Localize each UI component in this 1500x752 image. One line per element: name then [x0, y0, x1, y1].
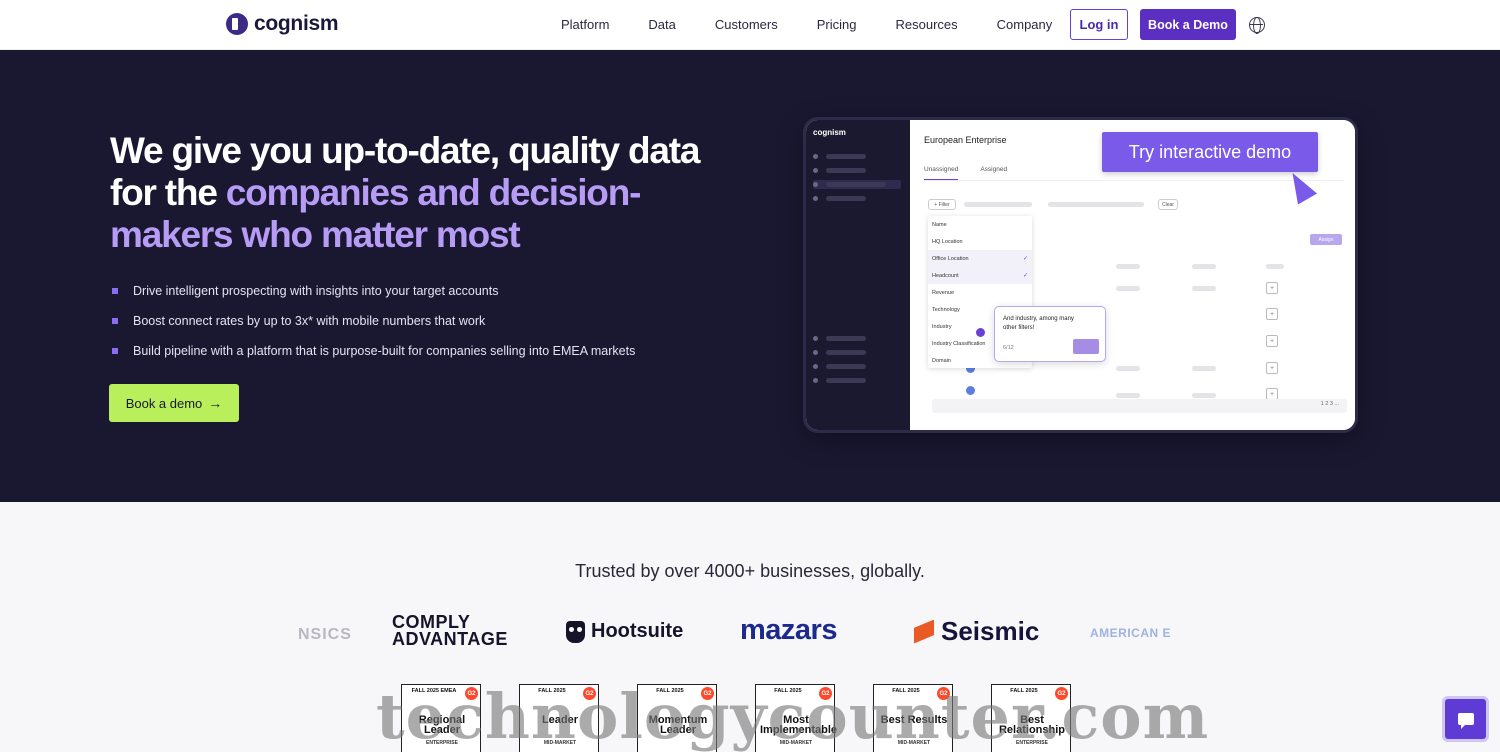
bullet-square-icon	[112, 288, 118, 294]
demo-hotspot-dot	[976, 328, 985, 337]
hero-section: We give you up-to-date, quality data for…	[0, 50, 1500, 502]
nav-link-customers[interactable]: Customers	[715, 17, 778, 32]
nav-link-pricing[interactable]: Pricing	[817, 17, 857, 32]
dropdown-item-selected: Headcount ✓	[928, 267, 1032, 284]
demo-placeholder	[1192, 366, 1216, 371]
globe-icon[interactable]	[1249, 17, 1265, 34]
demo-placeholder	[1192, 393, 1216, 398]
demo-sidebar: cognism	[806, 120, 910, 430]
brand-comply-line2: ADVANTAGE	[392, 629, 508, 649]
demo-clear-chip: Clear	[1158, 199, 1178, 210]
demo-pagination: 1 2 3 ...	[932, 399, 1347, 413]
cognism-logo[interactable]: cognism	[226, 12, 339, 36]
dropdown-item-label: Office Location	[932, 255, 969, 262]
demo-sidebar-item	[813, 194, 901, 203]
demo-filter-chip: + Filter	[928, 199, 956, 210]
demo-tooltip: And industry, among many other filters! …	[994, 306, 1106, 362]
demo-tooltip-next-button	[1073, 339, 1099, 354]
demo-header: European Enterprise	[924, 135, 1007, 145]
demo-sidebar-item	[813, 180, 901, 189]
hero-bullet-text: Drive intelligent prospecting with insig…	[133, 284, 499, 298]
demo-placeholder	[964, 202, 1032, 207]
demo-placeholder	[1116, 264, 1140, 269]
customer-logos: NSICS COMPLY ADVANTAGE Hootsuite mazars …	[0, 612, 1500, 656]
nav-link-data[interactable]: Data	[648, 17, 675, 32]
demo-placeholder	[1116, 286, 1140, 291]
book-demo-hero-button[interactable]: Book a demo →	[109, 384, 239, 422]
book-demo-hero-label: Book a demo	[125, 395, 203, 411]
hero-bullet: Drive intelligent prospecting with insig…	[110, 276, 635, 306]
seismic-mark-icon	[914, 619, 934, 644]
book-demo-nav-button[interactable]: Book a Demo	[1140, 9, 1236, 40]
hero-bullet: Boost connect rates by up to 3x* with mo…	[110, 306, 635, 336]
demo-placeholder	[1192, 264, 1216, 269]
brand-logo-american: AMERICAN E	[1090, 626, 1172, 640]
demo-placeholder	[1192, 286, 1216, 291]
demo-avatar	[966, 386, 975, 395]
demo-page-numbers: 1 2 3 ...	[1320, 401, 1339, 407]
arrow-right-icon: →	[208, 395, 223, 411]
dropdown-item: Revenue	[932, 289, 955, 296]
bullet-square-icon	[112, 318, 118, 324]
nav-link-company[interactable]: Company	[997, 17, 1053, 32]
nav-link-resources[interactable]: Resources	[895, 17, 957, 32]
brand-logo-hootsuite: Hootsuite	[566, 620, 683, 643]
demo-tab-assigned: Assigned	[980, 166, 1008, 173]
brand-logo-forensics: NSICS	[298, 626, 352, 643]
hero-bullet-text: Build pipeline with a platform that is p…	[133, 344, 636, 358]
nav-links: Platform Data Customers Pricing Resource…	[561, 17, 1091, 32]
demo-placeholder	[1048, 202, 1144, 207]
nav-link-platform[interactable]: Platform	[561, 17, 609, 32]
try-interactive-demo-button[interactable]: Try interactive demo	[1102, 132, 1318, 172]
demo-divider	[924, 180, 1344, 181]
top-nav: cognism Platform Data Customers Pricing …	[0, 0, 1500, 50]
demo-sidebar-item	[813, 334, 901, 343]
demo-assign-button: Assign	[1310, 234, 1342, 245]
demo-placeholder	[1266, 264, 1284, 269]
demo-tooltip-text: And industry, among many other filters!	[1003, 316, 1074, 331]
demo-tab-unassigned: Unassigned	[924, 166, 959, 180]
demo-sidebar-item	[813, 362, 901, 371]
demo-add-icon: +	[1266, 362, 1278, 374]
check-icon: ✓	[1022, 256, 1028, 262]
hero-bullets: Drive intelligent prospecting with insig…	[110, 276, 635, 366]
brand-seismic-text: Seismic	[941, 616, 1040, 646]
dropdown-item: HQ Location	[932, 238, 963, 245]
demo-sidebar-item	[813, 348, 901, 357]
bullet-square-icon	[112, 348, 118, 354]
dropdown-item-label: Headcount	[932, 272, 959, 279]
dropdown-item-selected: Office Location ✓	[928, 250, 1032, 267]
dropdown-item: Name	[932, 221, 947, 228]
demo-placeholder	[1116, 366, 1140, 371]
hootsuite-owl-icon	[566, 620, 585, 643]
chat-bubble-icon	[1457, 713, 1474, 729]
demo-tooltip-count: 6/12	[1003, 345, 1014, 351]
chat-widget-button[interactable]	[1442, 696, 1489, 742]
demo-placeholder	[1116, 393, 1140, 398]
demo-add-icon: +	[1266, 282, 1278, 294]
brand-logo-seismic: Seismic	[914, 616, 1039, 647]
demo-add-icon: +	[1266, 335, 1278, 347]
hero-bullet-text: Boost connect rates by up to 3x* with mo…	[133, 314, 486, 328]
demo-tabs: Unassigned Assigned	[924, 166, 1029, 180]
demo-mini-logo: cognism	[813, 128, 846, 137]
demo-sidebar-item	[813, 152, 901, 161]
demo-sidebar-item	[813, 376, 901, 385]
check-icon: ✓	[1022, 273, 1028, 279]
hero-title: We give you up-to-date, quality data for…	[110, 130, 730, 256]
login-button[interactable]: Log in	[1070, 9, 1128, 40]
brand-hootsuite-text: Hootsuite	[591, 620, 684, 642]
logo-text: cognism	[254, 12, 339, 35]
brand-logo-mazars: mazars	[740, 614, 837, 646]
demo-sidebar-item	[813, 166, 901, 175]
watermark: technologycounter.com	[376, 680, 1210, 752]
brand-logo-comply-advantage: COMPLY ADVANTAGE	[392, 613, 508, 649]
trusted-by-heading: Trusted by over 4000+ businesses, global…	[575, 561, 925, 581]
cognism-logo-icon	[226, 13, 248, 35]
hero-bullet: Build pipeline with a platform that is p…	[110, 336, 635, 366]
demo-add-icon: +	[1266, 308, 1278, 320]
